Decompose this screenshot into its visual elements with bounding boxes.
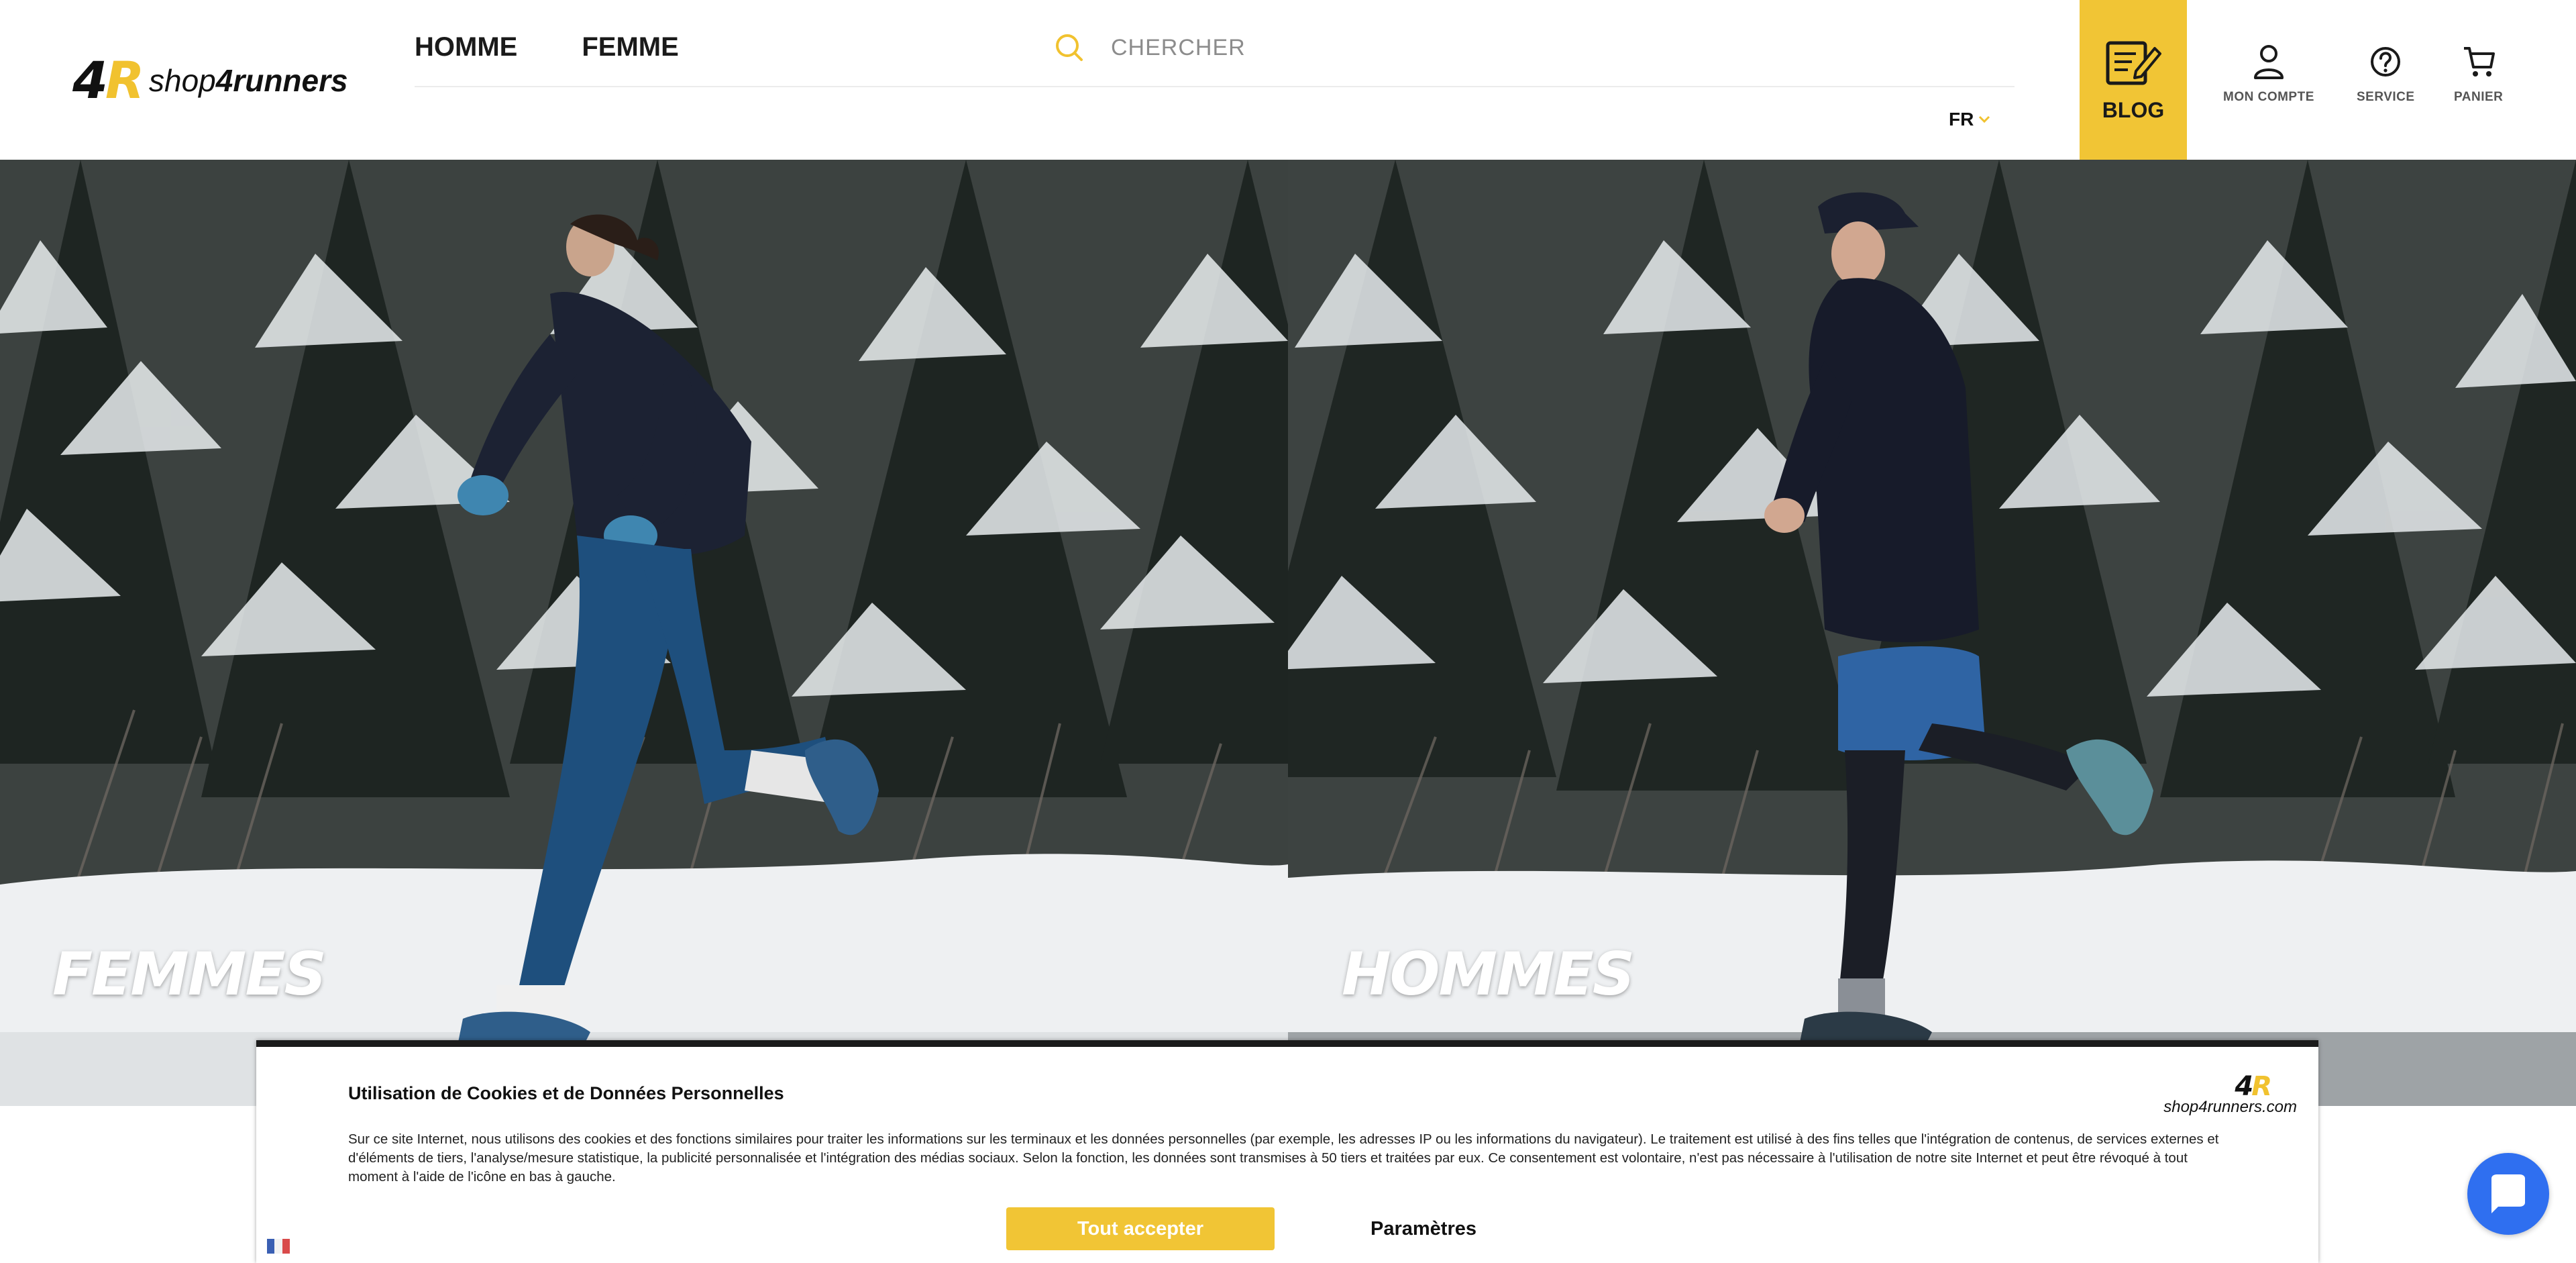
chevron-down-icon	[1979, 115, 1990, 123]
blog-button[interactable]: BLOG	[2080, 0, 2187, 160]
search-icon[interactable]	[1053, 32, 1085, 64]
chat-button[interactable]	[2467, 1153, 2549, 1235]
logo-mark: 4R	[72, 50, 144, 110]
account-button[interactable]: MON COMPTE	[2223, 43, 2314, 105]
site-header: 4R shop4runners HOMME FEMME FR BLOG	[0, 0, 2576, 160]
hero-banner: FEMMES HOMMES	[0, 160, 2576, 1106]
shop4runners-logo[interactable]: 4R shop4runners	[72, 50, 348, 110]
main-nav: HOMME FEMME	[415, 28, 679, 66]
blog-label: BLOG	[2102, 98, 2165, 122]
user-icon	[2253, 45, 2284, 79]
flag-icon[interactable]	[267, 1239, 290, 1254]
cookie-logo-text: shop4runners.com	[2163, 1098, 2297, 1116]
hero-panel-femmes[interactable]: FEMMES	[0, 160, 1288, 1106]
cart-label: PANIER	[2454, 90, 2504, 104]
service-button[interactable]: SERVICE	[2357, 43, 2415, 105]
service-label: SERVICE	[2357, 90, 2415, 104]
chat-icon	[2491, 1174, 2525, 1213]
logo-wordmark: shop4runners	[149, 63, 348, 98]
hero-label-hommes: HOMMES	[1342, 940, 1635, 1009]
nav-item-homme[interactable]: HOMME	[415, 28, 517, 66]
nav-divider	[415, 86, 2015, 87]
cookie-consent-banner: Utilisation de Cookies et de Données Per…	[256, 1040, 2318, 1263]
cart-button[interactable]: PANIER	[2454, 43, 2503, 105]
cookie-title: Utilisation de Cookies et de Données Per…	[348, 1083, 784, 1103]
cookie-settings-button[interactable]: Paramètres	[1343, 1207, 1504, 1250]
search-bar	[1053, 30, 1724, 66]
hero-label-femmes: FEMMES	[52, 940, 327, 1009]
language-label: FR	[1949, 109, 1974, 130]
nav-item-femme[interactable]: FEMME	[582, 28, 678, 66]
language-selector[interactable]: FR	[1949, 109, 1991, 130]
blog-edit-icon	[2106, 41, 2161, 85]
help-circle-icon	[2371, 47, 2401, 77]
cart-icon	[2463, 47, 2495, 77]
search-input[interactable]	[1110, 34, 1649, 62]
cookie-brand-logo: 4R shop4runners.com	[2163, 1071, 2297, 1119]
account-label: MON COMPTE	[2223, 90, 2314, 104]
hero-panel-hommes[interactable]: HOMMES	[1288, 160, 2576, 1106]
accept-all-button[interactable]: Tout accepter	[1006, 1207, 1275, 1250]
cookie-description: Sur ce site Internet, nous utilisons des…	[348, 1131, 2219, 1184]
